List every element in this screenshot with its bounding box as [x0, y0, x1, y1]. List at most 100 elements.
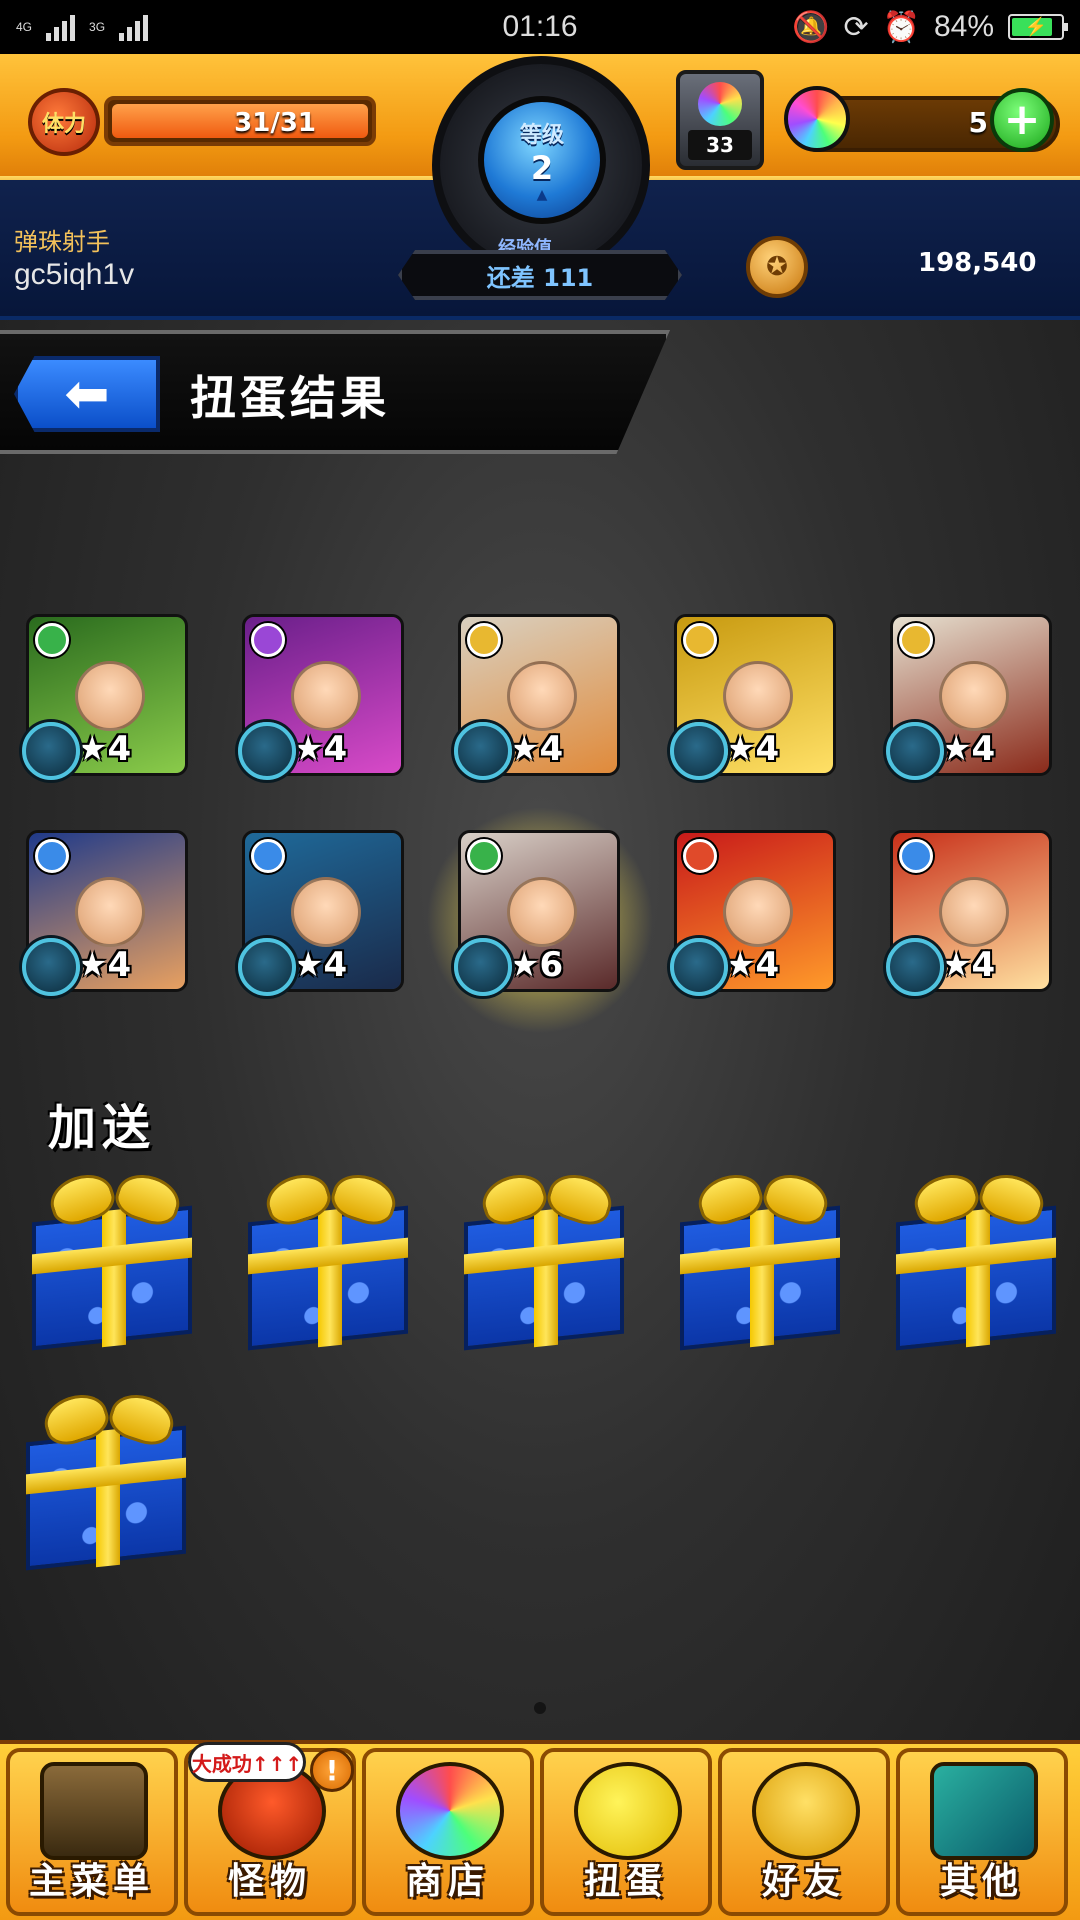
- gift-box-icon[interactable]: [16, 1387, 196, 1571]
- luck-orb-icon: [454, 938, 512, 996]
- coin-icon: ✪: [746, 236, 808, 298]
- nav-label: 扭蛋: [583, 1861, 668, 1902]
- signal-bars-icon-2: [119, 13, 149, 41]
- orb-box-count: 33: [688, 130, 752, 160]
- gift-ribbon-v: [318, 1208, 342, 1348]
- gift-box-icon[interactable]: [22, 1167, 202, 1351]
- player-title: 弹珠射手: [14, 228, 110, 256]
- stamina-label: 体力: [41, 112, 86, 137]
- gift-ribbon-v: [96, 1428, 120, 1568]
- exp-plate: 还差 111: [398, 250, 682, 300]
- page-title: 扭蛋结果: [190, 371, 390, 425]
- gift-ribbon-v: [750, 1208, 774, 1348]
- rarity-stars: ★4: [941, 729, 996, 769]
- element-water-icon: [35, 839, 69, 873]
- main-menu-gate-icon: [40, 1762, 148, 1860]
- back-button[interactable]: ⬅: [14, 356, 160, 432]
- alarm-icon: ⏰: [882, 10, 920, 44]
- element-dark-icon: [251, 623, 285, 657]
- nav-label: 商店: [405, 1861, 490, 1902]
- gift-ribbon-v: [966, 1208, 990, 1348]
- nav-item-shop-orb[interactable]: 商店: [362, 1748, 534, 1916]
- nav-label: 怪物: [227, 1861, 312, 1902]
- level-value: 2: [530, 149, 554, 187]
- stamina-bar[interactable]: 31/31: [104, 96, 376, 146]
- luck-orb-icon: [22, 938, 80, 996]
- mute-icon: 🔕: [792, 10, 830, 44]
- orb-count: 5: [968, 106, 988, 139]
- signal-bars-icon: [46, 13, 76, 41]
- gift-box-icon[interactable]: [454, 1167, 634, 1351]
- charging-bolt-icon: ⚡: [1024, 16, 1048, 37]
- rarity-stars: ★4: [77, 945, 132, 985]
- level-label: 等级: [519, 123, 564, 148]
- element-light-icon: [899, 623, 933, 657]
- gacha-egg-icon: [574, 1762, 682, 1860]
- element-light-icon: [683, 623, 717, 657]
- page-indicator-dot: [534, 1702, 546, 1714]
- monster-face: [291, 877, 361, 947]
- luck-orb-icon: [670, 722, 728, 780]
- level-orb[interactable]: 等级 2 ▲: [478, 96, 606, 224]
- monster-face: [507, 877, 577, 947]
- orb-ball-icon: [698, 82, 742, 126]
- rarity-stars: ★6: [509, 945, 564, 985]
- element-light-icon: [467, 623, 501, 657]
- element-wood-icon: [467, 839, 501, 873]
- network-3g-label: 3G: [89, 20, 106, 34]
- element-water-icon: [251, 839, 285, 873]
- clock: 01:16: [502, 10, 578, 43]
- status-bar: 4G 3G 01:16 🔕 ⟳ ⏰ 84% ⚡: [0, 0, 1080, 54]
- gift-ribbon-v: [534, 1208, 558, 1348]
- nav-label: 主菜单: [28, 1861, 155, 1902]
- element-water-icon: [899, 839, 933, 873]
- gift-box-icon[interactable]: [886, 1167, 1066, 1351]
- monster-face: [75, 661, 145, 731]
- rarity-stars: ★4: [725, 945, 780, 985]
- alert-icon: !: [310, 1748, 354, 1792]
- back-arrow-icon: ⬅: [64, 362, 110, 425]
- battery-charging-icon: ⚡: [1008, 14, 1068, 40]
- rainbow-orb-icon: [784, 86, 850, 152]
- rarity-stars: ★4: [509, 729, 564, 769]
- monster-face: [507, 661, 577, 731]
- orb-box-icon[interactable]: 33: [676, 70, 764, 170]
- network-4g-label: 4G: [16, 20, 33, 34]
- monster-face: [723, 661, 793, 731]
- nav-label: 其他: [939, 1861, 1024, 1902]
- coin-value: 198,540: [918, 248, 1037, 278]
- monster-face: [939, 877, 1009, 947]
- great-success-badge: 大成功↑↑↑: [188, 1742, 306, 1782]
- luck-orb-icon: [670, 938, 728, 996]
- bonus-label: 加送: [48, 1100, 157, 1156]
- element-fire-icon: [683, 839, 717, 873]
- luck-orb-icon: [886, 938, 944, 996]
- friends-icon: [752, 1762, 860, 1860]
- buy-orb-button[interactable]: +: [990, 88, 1054, 152]
- other-icon: [930, 1762, 1038, 1860]
- shop-orb-icon: [396, 1762, 504, 1860]
- monster-face: [939, 661, 1009, 731]
- rarity-stars: ★4: [293, 729, 348, 769]
- monster-face: [291, 661, 361, 731]
- status-right: 🔕 ⟳ ⏰ 84% ⚡: [792, 10, 1068, 45]
- luck-orb-icon: [238, 938, 296, 996]
- nav-item-gacha-egg[interactable]: 扭蛋: [540, 1748, 712, 1916]
- nav-item-other[interactable]: 其他: [896, 1748, 1068, 1916]
- nav-item-friends[interactable]: 好友: [718, 1748, 890, 1916]
- stamina-icon: 体力: [28, 88, 100, 156]
- signal-indicators: 4G 3G: [16, 13, 149, 41]
- gift-box-icon[interactable]: [670, 1167, 850, 1351]
- rarity-stars: ★4: [77, 729, 132, 769]
- level-up-arrow-icon: ▲: [536, 187, 548, 203]
- luck-orb-icon: [454, 722, 512, 780]
- luck-orb-icon: [886, 722, 944, 780]
- nav-item-main-menu-gate[interactable]: 主菜单: [6, 1748, 178, 1916]
- element-wood-icon: [35, 623, 69, 657]
- battery-percent: 84%: [933, 10, 994, 43]
- rarity-stars: ★4: [941, 945, 996, 985]
- rarity-stars: ★4: [293, 945, 348, 985]
- gift-box-icon[interactable]: [238, 1167, 418, 1351]
- rotation-lock-icon: ⟳: [843, 10, 869, 44]
- gift-ribbon-v: [102, 1208, 126, 1348]
